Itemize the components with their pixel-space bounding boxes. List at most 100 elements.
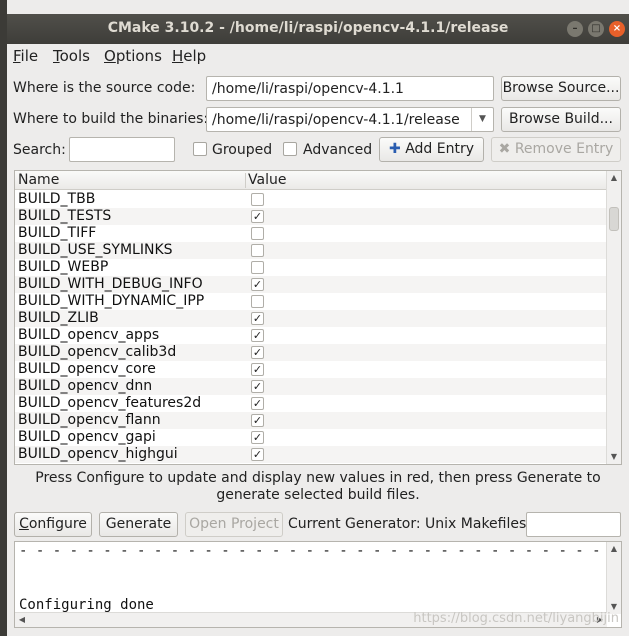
cache-entry-checkbox[interactable]: ✓ — [251, 329, 264, 342]
cache-entry-checkbox[interactable] — [251, 244, 264, 257]
table-row[interactable]: BUILD_opencv_calib3d ✓ — [15, 344, 607, 361]
cache-entry-checkbox[interactable]: ✓ — [251, 363, 264, 376]
table-row[interactable]: BUILD_opencv_apps ✓ — [15, 327, 607, 344]
output-vertical-scrollbar[interactable]: ▲ ▼ — [606, 542, 621, 614]
cache-entry-checkbox[interactable]: ✓ — [251, 397, 264, 410]
configure-button[interactable]: Configure — [14, 512, 92, 537]
scroll-left-icon[interactable]: ◀ — [15, 613, 29, 627]
menu-help[interactable]: Help — [172, 47, 206, 65]
table-row[interactable]: BUILD_opencv_dnn ✓ — [15, 378, 607, 395]
scrollbar-thumb[interactable] — [609, 207, 619, 231]
cache-entry-name: BUILD_opencv_highgui — [18, 446, 178, 462]
column-header-name[interactable]: Name — [18, 172, 59, 188]
open-project-button[interactable]: Open Project — [185, 512, 283, 537]
table-vertical-scrollbar[interactable]: ▲ ▼ — [606, 171, 621, 464]
minimize-icon[interactable]: – — [567, 21, 583, 37]
cache-entry-checkbox[interactable]: ✓ — [251, 414, 264, 427]
cache-entry-checkbox[interactable]: ✓ — [251, 278, 264, 291]
cache-entry-checkbox[interactable] — [251, 295, 264, 308]
table-row[interactable]: BUILD_WITH_DYNAMIC_IPP — [15, 293, 607, 310]
table-header: Name Value — [15, 171, 607, 190]
menu-file[interactable]: File — [13, 47, 38, 65]
remove-entry-label: Remove Entry — [514, 141, 614, 157]
table-row[interactable]: BUILD_opencv_gapi ✓ — [15, 429, 607, 446]
cache-entry-name: BUILD_WEBP — [18, 259, 109, 275]
table-row[interactable]: BUILD_TESTS ✓ — [15, 208, 607, 225]
cache-entry-name: BUILD_ZLIB — [18, 310, 99, 326]
table-row[interactable]: BUILD_opencv_flann ✓ — [15, 412, 607, 429]
column-header-value[interactable]: Value — [248, 172, 286, 188]
build-label: Where to build the binaries: — [13, 111, 209, 127]
cache-entry-name: BUILD_WITH_DEBUG_INFO — [18, 276, 203, 292]
cache-entry-checkbox[interactable] — [251, 227, 264, 240]
scroll-up-icon[interactable]: ▲ — [607, 542, 621, 556]
cache-entry-checkbox[interactable]: ✓ — [251, 448, 264, 461]
search-input[interactable] — [69, 137, 175, 162]
table-row[interactable]: BUILD_ZLIB ✓ — [15, 310, 607, 327]
cache-entry-checkbox[interactable]: ✓ — [251, 210, 264, 223]
configure-hint: Press Configure to update and display ne… — [35, 470, 601, 503]
plus-icon: ✚ — [389, 141, 401, 157]
table-row[interactable]: BUILD_WEBP — [15, 259, 607, 276]
cmake-window: CMake 3.10.2 - /home/li/raspi/opencv-4.1… — [7, 0, 629, 636]
table-row[interactable]: BUILD_opencv_features2d ✓ — [15, 395, 607, 412]
source-label: Where is the source code: — [13, 80, 196, 96]
advanced-checkbox[interactable] — [283, 142, 297, 156]
cache-table[interactable]: Name Value BUILD_TBB BUILD_TESTS ✓ BUILD_TI… — [14, 170, 622, 465]
cache-entry-checkbox[interactable]: ✓ — [251, 346, 264, 359]
cache-entry-name: BUILD_USE_SYMLINKS — [18, 242, 173, 258]
cache-entry-checkbox[interactable]: ✓ — [251, 380, 264, 393]
cache-entry-checkbox[interactable] — [251, 193, 264, 206]
title-bar[interactable]: CMake 3.10.2 - /home/li/raspi/opencv-4.1… — [7, 14, 629, 44]
remove-entry-button[interactable]: ✖ Remove Entry — [491, 137, 621, 162]
cache-entry-checkbox[interactable] — [251, 261, 264, 274]
remove-icon: ✖ — [498, 141, 511, 157]
add-entry-label: Add Entry — [405, 141, 474, 157]
generate-button[interactable]: Generate — [99, 512, 178, 537]
column-divider[interactable] — [245, 173, 246, 188]
output-line: - - - - - - - - - - - - - - - - - - - - … — [19, 543, 617, 559]
cache-entry-checkbox[interactable]: ✓ — [251, 431, 264, 444]
cache-entry-name: BUILD_opencv_flann — [18, 412, 161, 428]
table-row[interactable]: BUILD_USE_SYMLINKS — [15, 242, 607, 259]
build-path-combo[interactable]: /home/li/raspi/opencv-4.1.1/release ▼ — [206, 107, 494, 132]
cache-entry-name: BUILD_TIFF — [18, 225, 97, 241]
close-icon[interactable]: × — [609, 21, 625, 37]
advanced-label[interactable]: Advanced — [303, 142, 372, 158]
cache-entry-name: BUILD_opencv_features2d — [18, 395, 202, 411]
maximize-icon[interactable]: □ — [588, 21, 604, 37]
scroll-down-icon[interactable]: ▼ — [607, 450, 621, 464]
cache-entry-name: BUILD_opencv_core — [18, 361, 156, 377]
cache-entry-name: BUILD_WITH_DYNAMIC_IPP — [18, 293, 205, 309]
cache-entry-name: BUILD_opencv_apps — [18, 327, 160, 343]
menu-options[interactable]: Options — [104, 47, 162, 65]
current-generator-label: Current Generator: Unix Makefiles — [288, 516, 527, 532]
search-label: Search: — [13, 142, 66, 158]
browse-build-button[interactable]: Browse Build... — [501, 107, 621, 132]
browse-source-button[interactable]: Browse Source... — [501, 76, 621, 101]
table-row[interactable]: BUILD_TBB — [15, 191, 607, 208]
source-path-input[interactable]: /home/li/raspi/opencv-4.1.1 — [206, 76, 494, 101]
grouped-label[interactable]: Grouped — [212, 142, 272, 158]
build-path-value: /home/li/raspi/opencv-4.1.1/release — [212, 112, 460, 128]
menu-tools[interactable]: Tools — [53, 47, 90, 65]
menu-bar: File Tools Options Help — [7, 44, 629, 68]
add-entry-button[interactable]: ✚ Add Entry — [379, 137, 484, 162]
cache-entry-name: BUILD_opencv_gapi — [18, 429, 156, 445]
cache-entry-name: BUILD_TESTS — [18, 208, 112, 224]
cache-entry-checkbox[interactable]: ✓ — [251, 312, 264, 325]
grouped-checkbox[interactable] — [193, 142, 207, 156]
window-title: CMake 3.10.2 - /home/li/raspi/opencv-4.1… — [107, 20, 509, 36]
scroll-up-icon[interactable]: ▲ — [607, 171, 621, 185]
cache-entry-name: BUILD_opencv_calib3d — [18, 344, 177, 360]
generator-extra-field[interactable] — [526, 512, 621, 537]
table-row[interactable]: BUILD_opencv_core ✓ — [15, 361, 607, 378]
chevron-down-icon[interactable]: ▼ — [471, 108, 493, 131]
cache-entry-name: BUILD_TBB — [18, 191, 96, 207]
table-row[interactable]: BUILD_TIFF — [15, 225, 607, 242]
watermark-text: https://blog.csdn.net/liyangbijin — [413, 611, 619, 626]
table-row[interactable]: BUILD_opencv_highgui ✓ — [15, 446, 607, 463]
table-row[interactable]: BUILD_WITH_DEBUG_INFO ✓ — [15, 276, 607, 293]
